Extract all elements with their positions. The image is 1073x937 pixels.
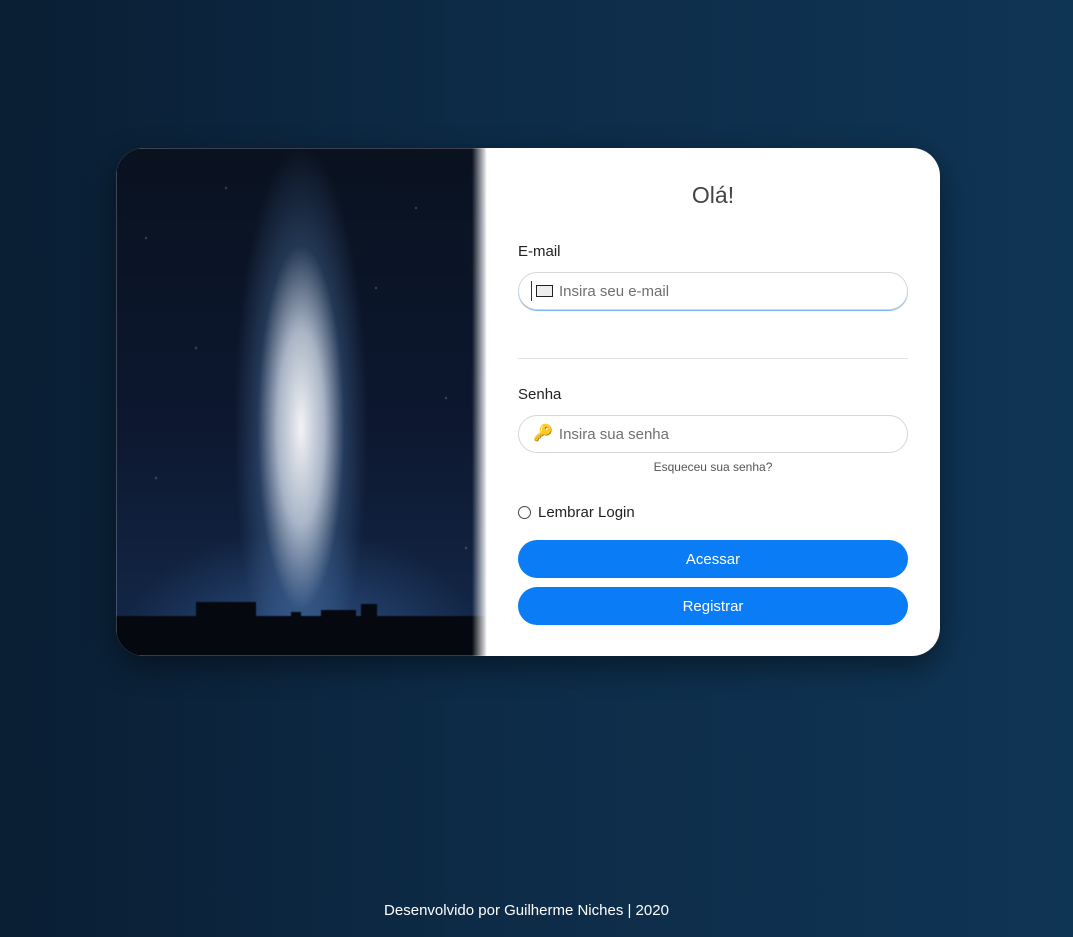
- password-label: Senha: [518, 386, 562, 403]
- footer-credit: Desenvolvido por Guilherme Niches | 2020: [384, 902, 669, 919]
- text-caret: [531, 281, 532, 301]
- forgot-password-link[interactable]: Esqueceu sua senha?: [518, 460, 908, 474]
- email-field[interactable]: [518, 272, 908, 310]
- email-label: E-mail: [518, 243, 561, 260]
- starfield: [116, 148, 486, 656]
- remember-label: Lembrar Login: [538, 504, 635, 521]
- hero-image: [116, 148, 486, 656]
- login-button[interactable]: Acessar: [518, 540, 908, 578]
- password-input[interactable]: [558, 425, 879, 443]
- mail-icon: [536, 285, 553, 297]
- login-card: Olá! E-mail Senha 🔑 Esqueceu sua senha? …: [116, 148, 940, 656]
- ground-silhouette: [116, 616, 486, 656]
- email-input[interactable]: [559, 282, 879, 300]
- register-button[interactable]: Registrar: [518, 587, 908, 625]
- remember-radio[interactable]: [518, 506, 531, 519]
- divider: [518, 358, 908, 359]
- page-title: Olá!: [691, 182, 735, 208]
- password-field[interactable]: 🔑: [518, 415, 908, 453]
- remember-login[interactable]: Lembrar Login: [518, 504, 635, 521]
- key-icon: 🔑: [533, 425, 553, 442]
